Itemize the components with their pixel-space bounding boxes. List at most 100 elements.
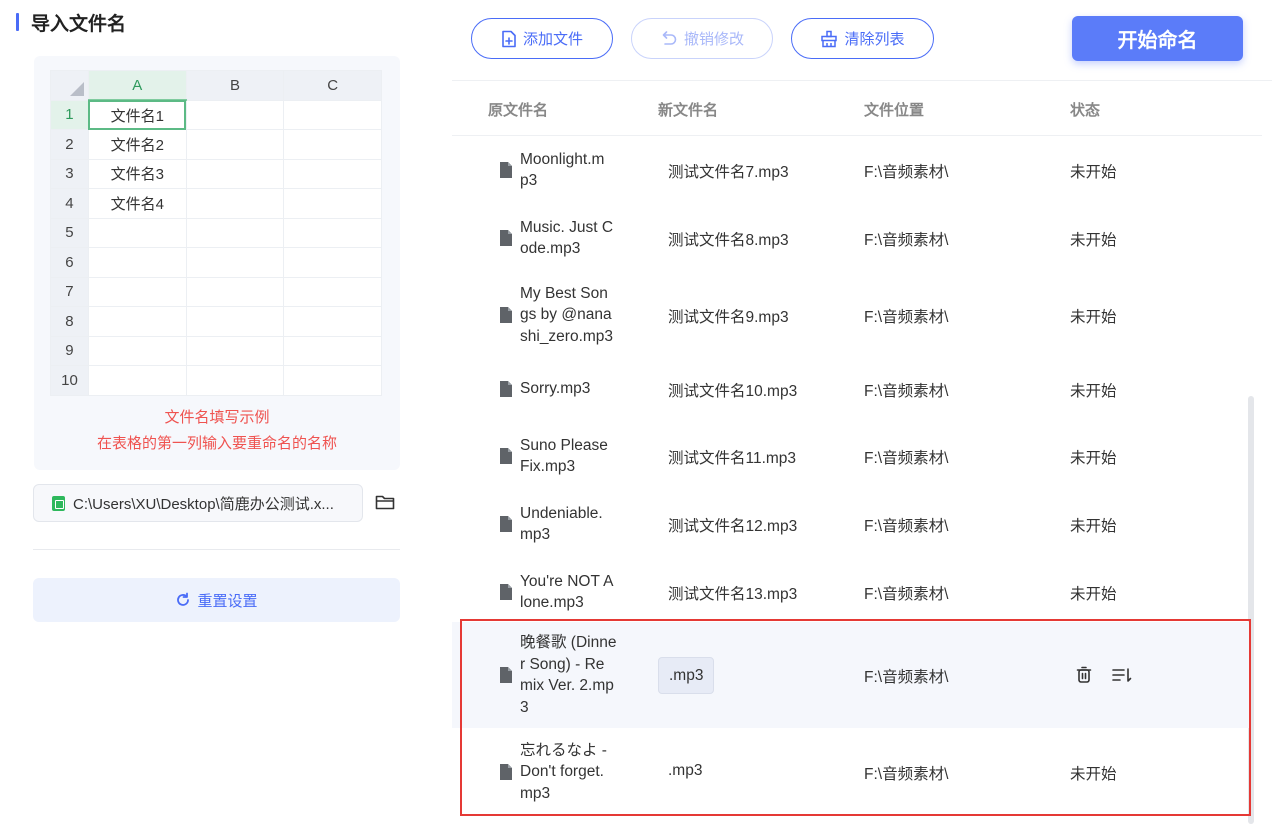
status-text: 未开始 [1070, 232, 1117, 249]
row-number: 7 [50, 276, 89, 307]
folder-open-icon[interactable] [375, 494, 395, 510]
section-title-text: 导入文件名 [31, 13, 127, 35]
row-number: 4 [50, 188, 89, 219]
sheet-example-card: A B C 1 文件名1 2 文件名2 3 文件名3 4 文件名4 5 6 7 8 9 … [34, 56, 400, 470]
file-icon [499, 380, 513, 398]
original-file-name-line: mp3 [520, 784, 551, 802]
status-text: 未开始 [1070, 450, 1117, 467]
original-file-name-line: mix Ver. 2.mp [520, 677, 614, 694]
row-number: 8 [50, 306, 89, 337]
sheet-cell [185, 335, 285, 366]
row-number: 10 [50, 365, 89, 396]
file-location: F:\音频素材\ [864, 450, 949, 467]
sheet-cell [283, 217, 382, 248]
original-file-name: Suno Please Fix.mp3 [520, 435, 628, 478]
left-panel: 导入文件名 A B C 1 文件名1 2 文件名2 3 文件名3 4 文件名4 5 6 … [0, 0, 436, 824]
file-icon [499, 306, 513, 324]
sheet-cell [87, 276, 187, 307]
sheet-cell: 文件名1 [87, 99, 187, 130]
file-location: F:\音频素材\ [864, 586, 949, 603]
original-file-name-line: Moonlight.m [520, 150, 605, 168]
file-location: F:\音频素材\ [864, 309, 949, 326]
sheet-cell: 文件名3 [87, 158, 187, 189]
table-row[interactable]: Undeniable. mp3 测试文件名12.mp3 F:\音频素材\ 未开始 [452, 494, 1249, 554]
sheet-cell [87, 306, 187, 337]
sheet-cell: 文件名2 [87, 129, 187, 160]
excel-file-icon [52, 495, 65, 511]
refresh-icon [177, 592, 190, 606]
file-icon [499, 229, 513, 247]
sheet-cell [283, 365, 382, 396]
imported-file-path[interactable]: C:\Users\XU\Desktop\简鹿办公测试.x... [33, 484, 363, 522]
file-icon [499, 583, 513, 601]
table-row[interactable]: Music. Just C ode.mp3 测试文件名8.mp3 F:\音频素材\ 未开… [452, 208, 1249, 268]
status-text: 未开始 [1070, 309, 1117, 326]
original-file-name-line: mp3 [520, 526, 551, 543]
original-file-name: Undeniable. mp3 [520, 503, 628, 546]
row-number: 6 [50, 247, 89, 278]
hint-description: 在表格的第一列输入要重命名的名称 [96, 435, 337, 452]
original-file-name: Sorry.mp3 [520, 378, 628, 400]
new-name-input[interactable]: .mp3 [658, 657, 715, 694]
new-file-name: 测试文件名13.mp3 [668, 586, 798, 603]
original-file-name-line: Sorry.mp3 [520, 380, 591, 398]
sheet-cell [185, 247, 285, 278]
section-title: 导入文件名 [16, 10, 127, 35]
select-all-triangle-icon [69, 81, 84, 96]
sheet-cell [283, 158, 382, 189]
file-location: F:\音频素材\ [864, 232, 949, 249]
new-file-name: 测试文件名7.mp3 [668, 164, 789, 181]
status-text: 未开始 [1070, 518, 1117, 535]
file-icon [499, 763, 513, 781]
sheet-cell [283, 247, 382, 278]
delete-icon[interactable] [1076, 666, 1092, 689]
left-divider [33, 549, 400, 550]
original-file-name-line: p3 [520, 172, 538, 189]
original-file-name-line: My Best Son [520, 284, 608, 302]
table-row[interactable]: My Best Son gs by @nana shi_zero.mp3 测试文件名9… [452, 272, 1249, 358]
file-location: F:\音频素材\ [864, 669, 949, 686]
sort-list-icon[interactable] [1112, 667, 1132, 688]
sheet-cell [87, 335, 187, 366]
new-file-name: 测试文件名9.mp3 [668, 309, 789, 326]
original-file-name-line: 3 [520, 698, 529, 716]
table-row[interactable]: Sorry.mp3 测试文件名10.mp3 F:\音频素材\ 未开始 [452, 362, 1249, 416]
table-row[interactable]: Suno Please Fix.mp3 测试文件名11.mp3 F:\音频素材\ 未开始 [452, 426, 1249, 486]
original-file-name: Music. Just C ode.mp3 [520, 217, 628, 260]
sheet-cell [87, 247, 187, 278]
sheet-cell [185, 365, 285, 396]
reset-settings-button[interactable]: 重置设置 [33, 578, 400, 622]
sheet-cell [185, 99, 285, 130]
sheet-cell [185, 276, 285, 307]
file-rows: Moonlight.m p3 测试文件名7.mp3 F:\音频素材\ 未开始 Music.… [452, 0, 1262, 824]
hint-title: 文件名填写示例 [164, 409, 270, 426]
original-file-name-line: r Song) - Re [520, 655, 605, 673]
original-file-name-line: Fix.mp3 [520, 458, 576, 475]
table-row[interactable]: 忘れるなよ - Don't forget. mp3 .mp3 F:\音频素材\ 未开始 [452, 730, 1249, 814]
file-location: F:\音频素材\ [864, 518, 949, 535]
sheet-cell [185, 217, 285, 248]
original-file-name-line: shi_zero.mp3 [520, 327, 614, 345]
original-file-name-line: You're NOT A [520, 572, 614, 590]
table-row[interactable]: Moonlight.m p3 测试文件名7.mp3 F:\音频素材\ 未开始 [452, 140, 1249, 200]
column-header-c: C [283, 70, 382, 101]
row-number: 1 [50, 99, 89, 130]
reset-label: 重置设置 [197, 592, 258, 610]
sheet-corner [50, 70, 89, 101]
row-number: 5 [50, 217, 89, 248]
status-text: 未开始 [1070, 586, 1117, 603]
table-row[interactable]: You're NOT A lone.mp3 测试文件名13.mp3 F:\音频素材\ 未… [452, 562, 1249, 622]
original-file-name-line: 晚餐歌 (Dinne [520, 634, 617, 651]
sheet-cell [283, 188, 382, 219]
sheet-cell [283, 129, 382, 160]
sheet-cell [283, 306, 382, 337]
new-file-name: 测试文件名10.mp3 [668, 383, 798, 400]
original-file-name: You're NOT A lone.mp3 [520, 571, 628, 614]
column-header-a: A [87, 70, 187, 101]
sheet-cell [185, 188, 285, 219]
new-file-name: .mp3 [668, 762, 703, 779]
original-file-name: 晚餐歌 (Dinne r Song) - Re mix Ver. 2.mp 3 [520, 632, 628, 718]
status-text: 未开始 [1070, 164, 1117, 181]
sheet-cell [185, 306, 285, 337]
table-row[interactable]: 晚餐歌 (Dinne r Song) - Re mix Ver. 2.mp 3 .mp3… [452, 622, 1249, 728]
